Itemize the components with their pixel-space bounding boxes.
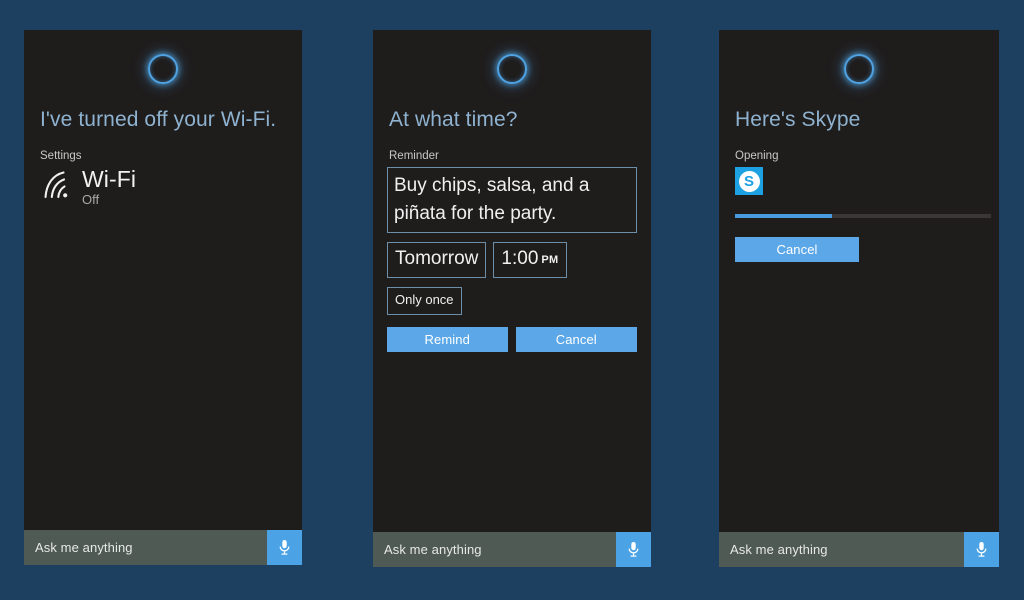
cortana-circle-icon[interactable] xyxy=(497,54,527,84)
cortana-panel-wifi: I've turned off your Wi-Fi. Settings Wi-… xyxy=(24,30,302,565)
progress-bar-fill xyxy=(735,214,832,218)
reminder-field-label: Reminder xyxy=(387,150,637,162)
skype-icon[interactable]: S xyxy=(735,167,763,195)
reminder-note-input[interactable]: Buy chips, salsa, and a piñata for the p… xyxy=(387,167,637,233)
panel-body-reminder: At what time? Reminder Buy chips, salsa,… xyxy=(373,30,651,532)
cortana-panel-skype: Here's Skype Opening S Cancel Ask me any… xyxy=(719,30,999,567)
reminder-date-input[interactable]: Tomorrow xyxy=(387,242,486,278)
taskbar-search-bar[interactable]: Ask me anything xyxy=(24,530,302,565)
reminder-when-row: Tomorrow 1:00 PM xyxy=(387,242,637,278)
cortana-ring-container xyxy=(38,30,288,108)
result-category-label: Settings xyxy=(38,150,288,162)
cortana-panel-reminder: At what time? Reminder Buy chips, salsa,… xyxy=(373,30,651,567)
skype-glyph: S xyxy=(739,171,760,192)
page-title: Here's Skype xyxy=(733,108,985,132)
microphone-icon xyxy=(278,539,291,556)
cancel-button[interactable]: Cancel xyxy=(516,327,637,352)
microphone-icon xyxy=(975,541,988,558)
result-text: Wi-Fi Off xyxy=(82,167,136,207)
microphone-button[interactable] xyxy=(616,532,651,567)
desktop-canvas: I've turned off your Wi-Fi. Settings Wi-… xyxy=(0,0,1024,600)
page-title: I've turned off your Wi-Fi. xyxy=(38,108,288,132)
microphone-button[interactable] xyxy=(964,532,999,567)
reminder-time-input[interactable]: 1:00 PM xyxy=(493,242,566,278)
reminder-time-meridiem: PM xyxy=(541,253,558,269)
panel-body-wifi: I've turned off your Wi-Fi. Settings Wi-… xyxy=(24,30,302,530)
microphone-button[interactable] xyxy=(267,530,302,565)
app-status-label: Opening xyxy=(733,150,985,162)
search-input[interactable]: Ask me anything xyxy=(719,532,964,567)
taskbar-search-bar[interactable]: Ask me anything xyxy=(373,532,651,567)
cortana-circle-icon[interactable] xyxy=(844,54,874,84)
microphone-icon xyxy=(627,541,640,558)
page-title: At what time? xyxy=(387,108,637,132)
reminder-button-row: Remind Cancel xyxy=(387,327,637,352)
remind-button[interactable]: Remind xyxy=(387,327,508,352)
result-title: Wi-Fi xyxy=(82,167,136,191)
cortana-ring-container xyxy=(733,30,985,108)
cortana-circle-icon[interactable] xyxy=(148,54,178,84)
search-input[interactable]: Ask me anything xyxy=(24,530,267,565)
taskbar-search-bar[interactable]: Ask me anything xyxy=(719,532,999,567)
cancel-button[interactable]: Cancel xyxy=(735,237,859,262)
result-status: Off xyxy=(82,192,136,207)
progress-bar xyxy=(735,214,991,218)
cortana-ring-container xyxy=(387,30,637,108)
result-item-wifi[interactable]: Wi-Fi Off xyxy=(38,167,288,207)
reminder-repeat-input[interactable]: Only once xyxy=(387,287,462,315)
wifi-icon xyxy=(40,170,74,202)
search-input[interactable]: Ask me anything xyxy=(373,532,616,567)
panel-body-skype: Here's Skype Opening S Cancel xyxy=(719,30,999,532)
reminder-time-value: 1:00 xyxy=(501,245,538,273)
